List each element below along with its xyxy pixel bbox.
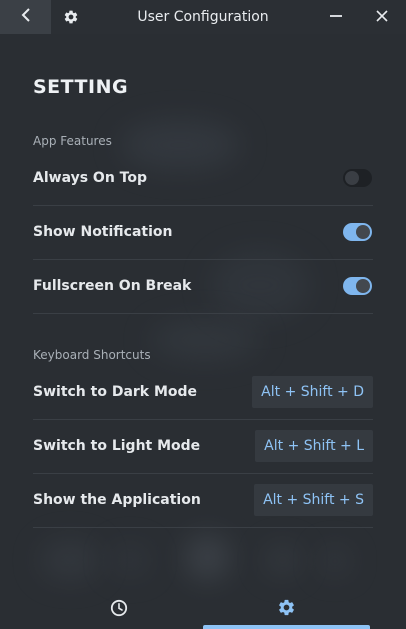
toggle-knob (345, 171, 359, 185)
back-button[interactable] (0, 0, 51, 34)
shortcut-label: Switch to Light Mode (33, 438, 201, 454)
shortcut-row-light-mode: Switch to Light Mode Alt + Shift + L (33, 419, 373, 474)
toggle-knob (356, 225, 370, 239)
page-title: SETTING (33, 76, 129, 98)
setting-row-always-on-top: Always On Top (33, 151, 373, 206)
fullscreen-on-break-toggle[interactable] (343, 277, 372, 295)
toggle-knob (356, 279, 370, 293)
app-gear-icon (61, 7, 81, 27)
section-label-keyboard-shortcuts: Keyboard Shortcuts (33, 348, 151, 362)
nav-tab-settings[interactable] (203, 594, 370, 625)
setting-label: Always On Top (33, 170, 147, 186)
minimize-button[interactable] (322, 0, 350, 34)
back-arrow-icon (19, 7, 33, 27)
setting-label: Fullscreen On Break (33, 278, 192, 294)
window-title: User Configuration (137, 9, 269, 25)
show-notification-toggle[interactable] (343, 223, 372, 241)
show-application-shortcut-button[interactable]: Alt + Shift + S (254, 484, 373, 516)
nav-tab-timer[interactable] (36, 594, 202, 625)
settings-panel: SETTING App Features Always On Top Show … (0, 34, 406, 594)
shortcut-label: Switch to Dark Mode (33, 384, 198, 400)
shortcut-row-dark-mode: Switch to Dark Mode Alt + Shift + D (33, 365, 373, 420)
setting-row-fullscreen-on-break: Fullscreen On Break (33, 259, 373, 314)
dark-mode-shortcut-button[interactable]: Alt + Shift + D (252, 376, 373, 408)
minimize-icon (329, 8, 343, 27)
shortcut-label: Show the Application (33, 492, 201, 508)
section-label-app-features: App Features (33, 134, 112, 148)
close-button[interactable] (368, 0, 396, 34)
close-icon (375, 8, 389, 27)
bottom-nav (0, 594, 406, 629)
gear-icon (277, 598, 296, 621)
setting-label: Show Notification (33, 224, 173, 240)
always-on-top-toggle[interactable] (343, 169, 372, 187)
active-tab-indicator (203, 625, 370, 629)
shortcut-row-show-application: Show the Application Alt + Shift + S (33, 473, 373, 528)
clock-icon (110, 599, 128, 621)
setting-row-show-notification: Show Notification (33, 205, 373, 260)
light-mode-shortcut-button[interactable]: Alt + Shift + L (255, 430, 373, 462)
title-bar: User Configuration (0, 0, 406, 34)
